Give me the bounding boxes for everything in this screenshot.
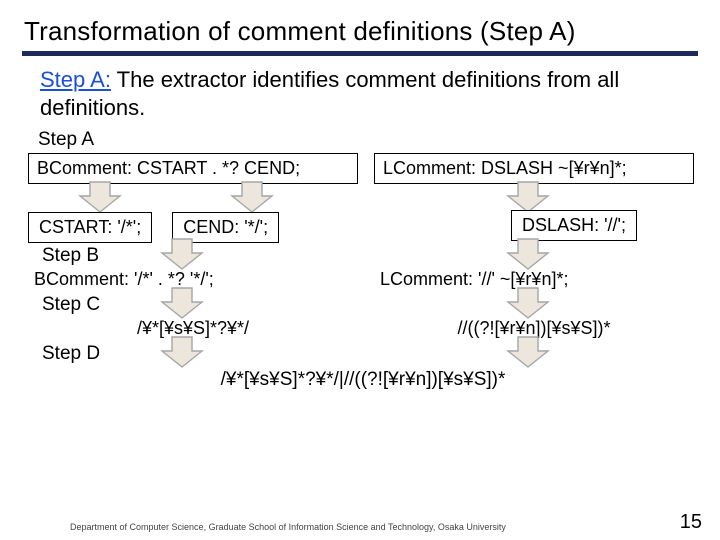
step-a-row2: CSTART: '/*'; CEND: '*/'; DSLASH: '//'; bbox=[28, 210, 698, 243]
step-c-label: Step C bbox=[42, 294, 100, 316]
cstart-box: CSTART: '/*'; bbox=[28, 212, 152, 243]
step-a-arrows1 bbox=[28, 184, 698, 212]
step-d-label: Step D bbox=[42, 343, 100, 365]
step-a-label: Step A bbox=[38, 129, 698, 151]
footer-text: Department of Computer Science, Graduate… bbox=[70, 522, 506, 532]
arrow-down-icon bbox=[158, 286, 206, 320]
arrow-down-icon bbox=[504, 237, 552, 271]
arrow-down-icon bbox=[504, 180, 552, 214]
arrow-down-icon bbox=[158, 335, 206, 369]
step-a-row1: BComment: CSTART . *? CEND; LComment: DS… bbox=[28, 153, 698, 184]
arrow-down-icon bbox=[158, 237, 206, 271]
step-c-row: /¥*[¥s¥S]*?¥*/ //((?![¥r¥n])[¥s¥S])* bbox=[28, 316, 698, 341]
title-rule bbox=[22, 51, 698, 56]
slide-title: Transformation of comment definitions (S… bbox=[24, 16, 698, 47]
step-d-row: /¥*[¥s¥S]*?¥*/|//((?![¥r¥n])[¥s¥S])* bbox=[28, 367, 698, 393]
regex-combined: /¥*[¥s¥S]*?¥*/|//((?![¥r¥n])[¥s¥S])* bbox=[28, 367, 698, 393]
arrow-down-icon bbox=[504, 286, 552, 320]
arrow-down-icon bbox=[76, 180, 124, 214]
lead-rest: The extractor identifies comment definit… bbox=[40, 67, 619, 120]
slide: Transformation of comment definitions (S… bbox=[0, 0, 720, 540]
lead-link: Step A: bbox=[40, 67, 111, 92]
diagram: Step A BComment: CSTART . *? CEND; LComm… bbox=[28, 129, 698, 393]
step-d-arrows: Step D bbox=[28, 339, 698, 367]
step-b-arrows: Step B bbox=[28, 241, 698, 269]
arrow-down-icon bbox=[228, 180, 276, 214]
step-b-row: BComment: '/*' . *? '*/'; LComment: '//'… bbox=[28, 267, 698, 292]
step-b-label: Step B bbox=[42, 245, 99, 267]
page-number: 15 bbox=[680, 511, 702, 534]
arrow-down-icon bbox=[504, 335, 552, 369]
step-c-arrows: Step C bbox=[28, 290, 698, 318]
lead-text: Step A: The extractor identifies comment… bbox=[40, 66, 692, 121]
